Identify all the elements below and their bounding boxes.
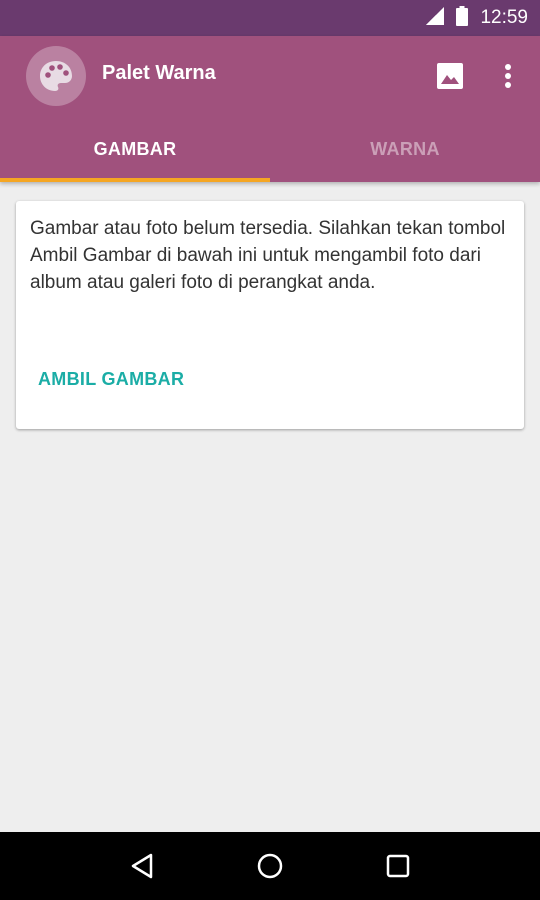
toolbar: Palet Warna bbox=[0, 36, 540, 116]
more-vert-icon[interactable] bbox=[496, 60, 520, 92]
card-message: Gambar atau foto belum tersedia. Silahka… bbox=[30, 218, 506, 293]
tab-warna[interactable]: WARNA bbox=[270, 116, 540, 182]
battery-icon bbox=[456, 5, 469, 31]
ambil-gambar-button[interactable]: AMBIL GAMBAR bbox=[38, 369, 184, 390]
tab-label: GAMBAR bbox=[93, 138, 177, 159]
status-bar: 12:59 bbox=[0, 0, 540, 36]
tab-gambar[interactable]: GAMBAR bbox=[0, 116, 270, 182]
app-bar: Palet Warna GAMBAR WARNA bbox=[0, 36, 540, 182]
home-icon[interactable] bbox=[248, 844, 292, 888]
app-screen: 12:59 Palet Warna GAMBAR WARNA Gambar at… bbox=[0, 0, 540, 900]
image-icon[interactable] bbox=[434, 60, 466, 92]
tab-label: WARNA bbox=[370, 138, 440, 159]
status-time: 12:59 bbox=[480, 7, 528, 28]
recents-icon[interactable] bbox=[376, 844, 420, 888]
tab-bar: GAMBAR WARNA bbox=[0, 116, 540, 182]
tab-indicator bbox=[0, 178, 270, 182]
empty-image-card: Gambar atau foto belum tersedia. Silahka… bbox=[16, 201, 524, 429]
navigation-bar bbox=[0, 832, 540, 900]
back-icon[interactable] bbox=[120, 844, 164, 888]
palette-icon bbox=[26, 46, 86, 106]
signal-icon bbox=[424, 6, 446, 31]
app-title: Palet Warna bbox=[102, 62, 216, 84]
